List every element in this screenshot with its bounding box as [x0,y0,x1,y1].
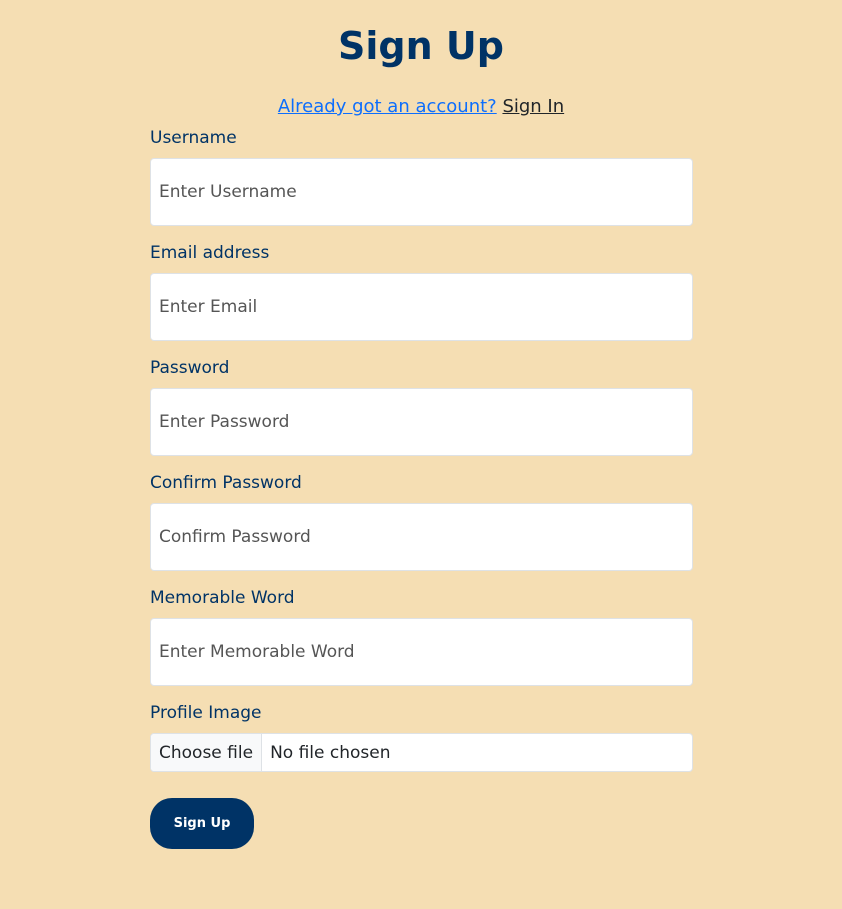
profile-image-file-input[interactable]: Choose file No file chosen [150,733,693,772]
sign-in-link[interactable]: Sign In [502,96,564,117]
choose-file-button[interactable]: Choose file [151,734,263,771]
confirm-password-group: Confirm Password [150,472,693,571]
password-label: Password [150,358,230,378]
memorable-word-group: Memorable Word [150,587,693,686]
email-group: Email address [150,242,693,341]
sign-up-button[interactable]: Sign Up [150,798,254,849]
password-group: Password [150,357,693,456]
email-input[interactable] [150,273,693,341]
username-group: Username [150,127,693,226]
signin-prompt: Already got an account? Sign In [0,95,842,119]
username-label: Username [150,128,237,148]
page-title: Sign Up [338,24,504,68]
memorable-word-input[interactable] [150,618,693,686]
username-input[interactable] [150,158,693,226]
profile-image-label: Profile Image [150,703,262,723]
memorable-word-label: Memorable Word [150,588,295,608]
file-status: No file chosen [270,742,391,763]
already-have-account-link[interactable]: Already got an account? [278,96,497,117]
profile-image-group: Profile Image Choose file No file chosen [150,702,693,772]
email-label: Email address [150,243,270,263]
confirm-password-input[interactable] [150,503,693,571]
password-input[interactable] [150,388,693,456]
confirm-password-label: Confirm Password [150,473,302,493]
